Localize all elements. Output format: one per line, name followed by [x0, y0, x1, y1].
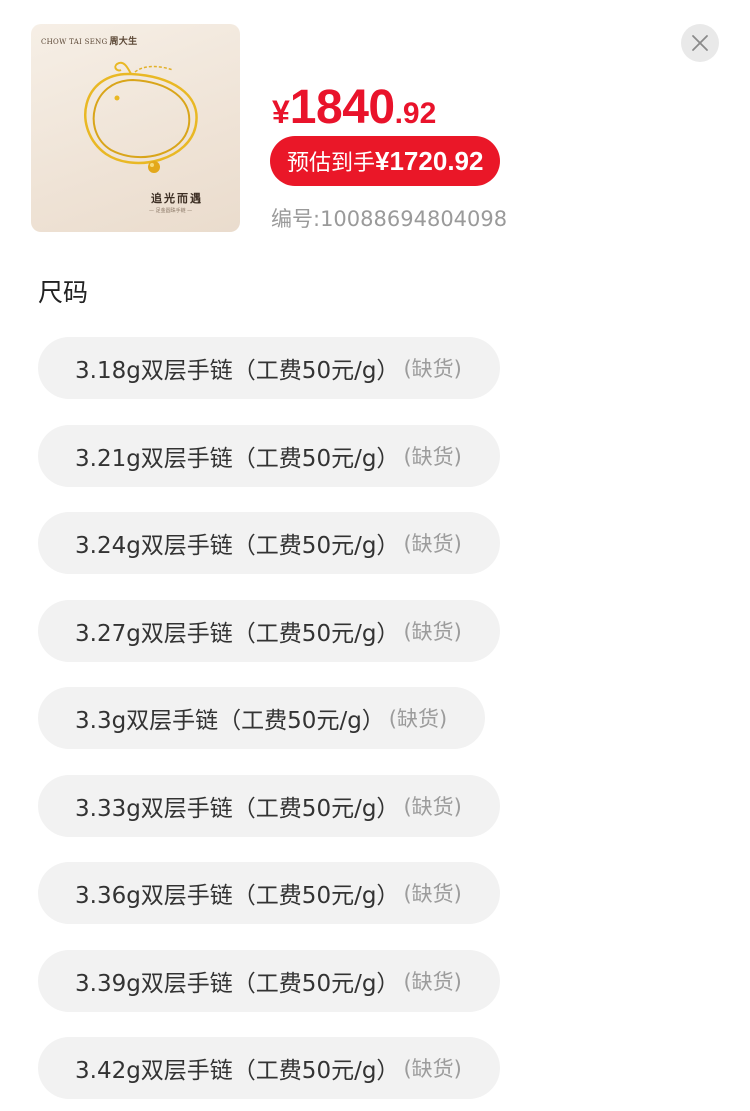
size-option[interactable]: 3.39g双层手链（工费50元/g） (缺货) [38, 950, 500, 1012]
size-option-status: (缺货) [403, 357, 462, 381]
size-option-status: (缺货) [388, 707, 448, 731]
product-sku: 编号:10088694804098 [271, 207, 508, 231]
estimate-label: 预估到手 [287, 151, 376, 176]
size-option-name: 3.21g双层手链（工费50元/g） [75, 446, 400, 472]
size-option-status: (缺货) [403, 620, 462, 644]
brand-name-cn: 周大生 [109, 37, 138, 47]
size-option-status: (缺货) [403, 970, 462, 994]
size-section-title: 尺码 [38, 278, 89, 307]
size-option-name: 3.3g双层手链（工费50元/g） [75, 708, 385, 734]
size-option[interactable]: 3.18g双层手链（工费50元/g） (缺货) [38, 337, 500, 399]
price-currency: ¥ [272, 94, 290, 130]
price-integer: 1840 [289, 81, 395, 134]
size-option-status: (缺货) [403, 795, 462, 819]
size-option[interactable]: 3.33g双层手链（工费50元/g） (缺货) [38, 775, 500, 837]
size-option-status: (缺货) [403, 445, 462, 469]
close-icon [692, 35, 708, 51]
size-option[interactable]: 3.42g双层手链（工费50元/g） (缺货) [38, 1037, 500, 1099]
size-option-name: 3.18g双层手链（工费50元/g） [75, 358, 400, 384]
product-subtitle: — 足金圆珠手链 — [149, 208, 193, 214]
size-option[interactable]: 3.36g双层手链（工费50元/g） (缺货) [38, 862, 500, 924]
size-option-status: (缺货) [403, 532, 462, 556]
estimated-price-badge: 预估到手 ¥1720.92 [270, 136, 501, 186]
size-option-name: 3.27g双层手链（工费50元/g） [75, 621, 400, 647]
brand-name-en: CHOW TAI SENG [41, 38, 108, 46]
product-image[interactable]: CHOW TAI SENG 周大生 追光而遇 — 足金圆珠手链 — [31, 24, 240, 232]
price-decimal: .92 [394, 97, 437, 130]
size-option-name: 3.36g双层手链（工费50元/g） [75, 883, 400, 909]
size-option-status: (缺货) [403, 882, 462, 906]
product-price: ¥1840.92 [272, 80, 436, 135]
size-option-name: 3.24g双层手链（工费50元/g） [75, 533, 400, 559]
size-option[interactable]: 3.24g双层手链（工费50元/g） (缺货) [38, 512, 500, 574]
size-option-name: 3.42g双层手链（工费50元/g） [75, 1058, 400, 1084]
brand-logo: CHOW TAI SENG 周大生 [41, 34, 137, 47]
size-option-name: 3.33g双层手链（工费50元/g） [75, 796, 400, 822]
size-option-status: (缺货) [403, 1057, 462, 1081]
size-option-name: 3.39g双层手链（工费50元/g） [75, 971, 400, 997]
bracelet-illustration [84, 61, 198, 173]
size-option[interactable]: 3.27g双层手链（工费50元/g） (缺货) [38, 600, 500, 662]
estimate-amount: ¥1720.92 [375, 145, 484, 176]
size-option[interactable]: 3.21g双层手链（工费50元/g） (缺货) [38, 425, 500, 487]
product-slogan: 追光而遇 [151, 192, 203, 205]
close-button[interactable] [681, 24, 719, 62]
sku-selection-sheet: CHOW TAI SENG 周大生 追光而遇 — 足金圆珠手链 — ¥1840.9… [0, 0, 750, 1111]
size-option[interactable]: 3.3g双层手链（工费50元/g） (缺货) [38, 687, 486, 749]
